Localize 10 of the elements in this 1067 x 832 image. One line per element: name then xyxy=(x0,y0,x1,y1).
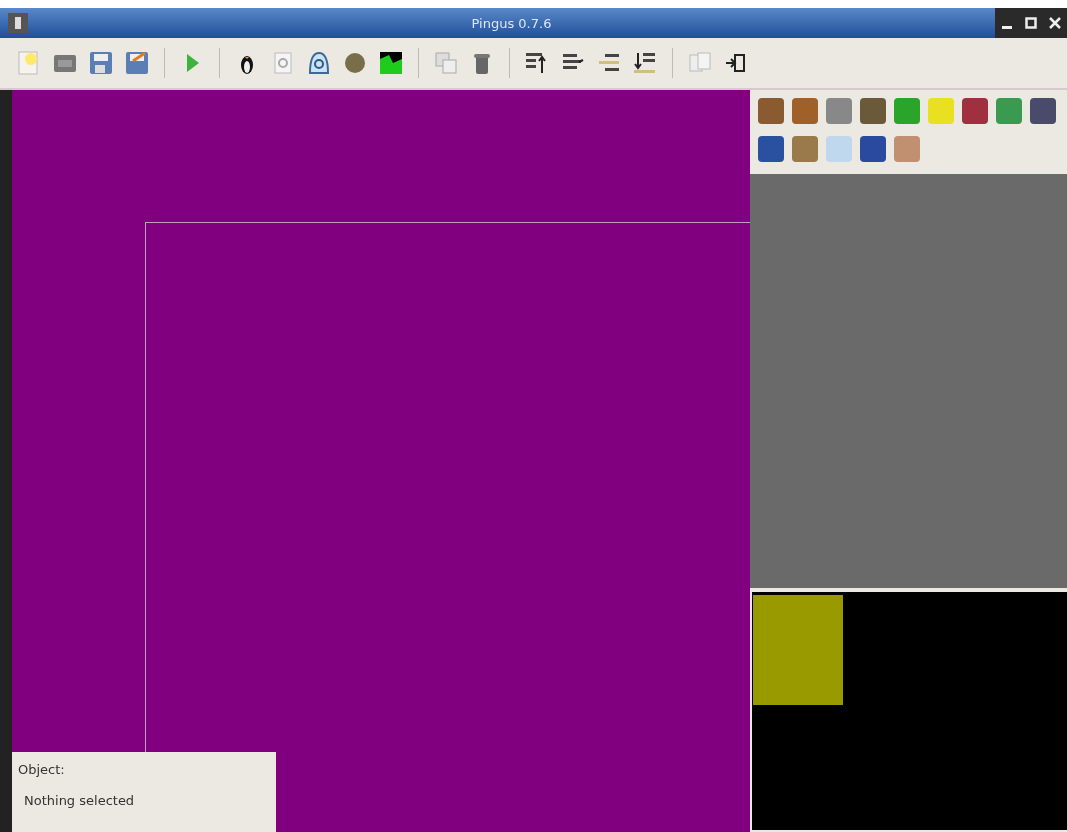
maximize-icon[interactable] xyxy=(1025,17,1037,29)
minimap[interactable] xyxy=(752,592,1067,830)
close-icon[interactable] xyxy=(1049,17,1061,29)
level-canvas[interactable]: Object: Nothing selected xyxy=(12,90,750,832)
app-icon xyxy=(8,13,28,33)
save-as-icon[interactable] xyxy=(123,49,151,77)
selection-status: Nothing selected xyxy=(23,793,136,808)
save-icon[interactable] xyxy=(87,49,115,77)
object-label: Object: xyxy=(18,762,66,777)
window-title: Pingus 0.7.6 xyxy=(470,15,553,31)
